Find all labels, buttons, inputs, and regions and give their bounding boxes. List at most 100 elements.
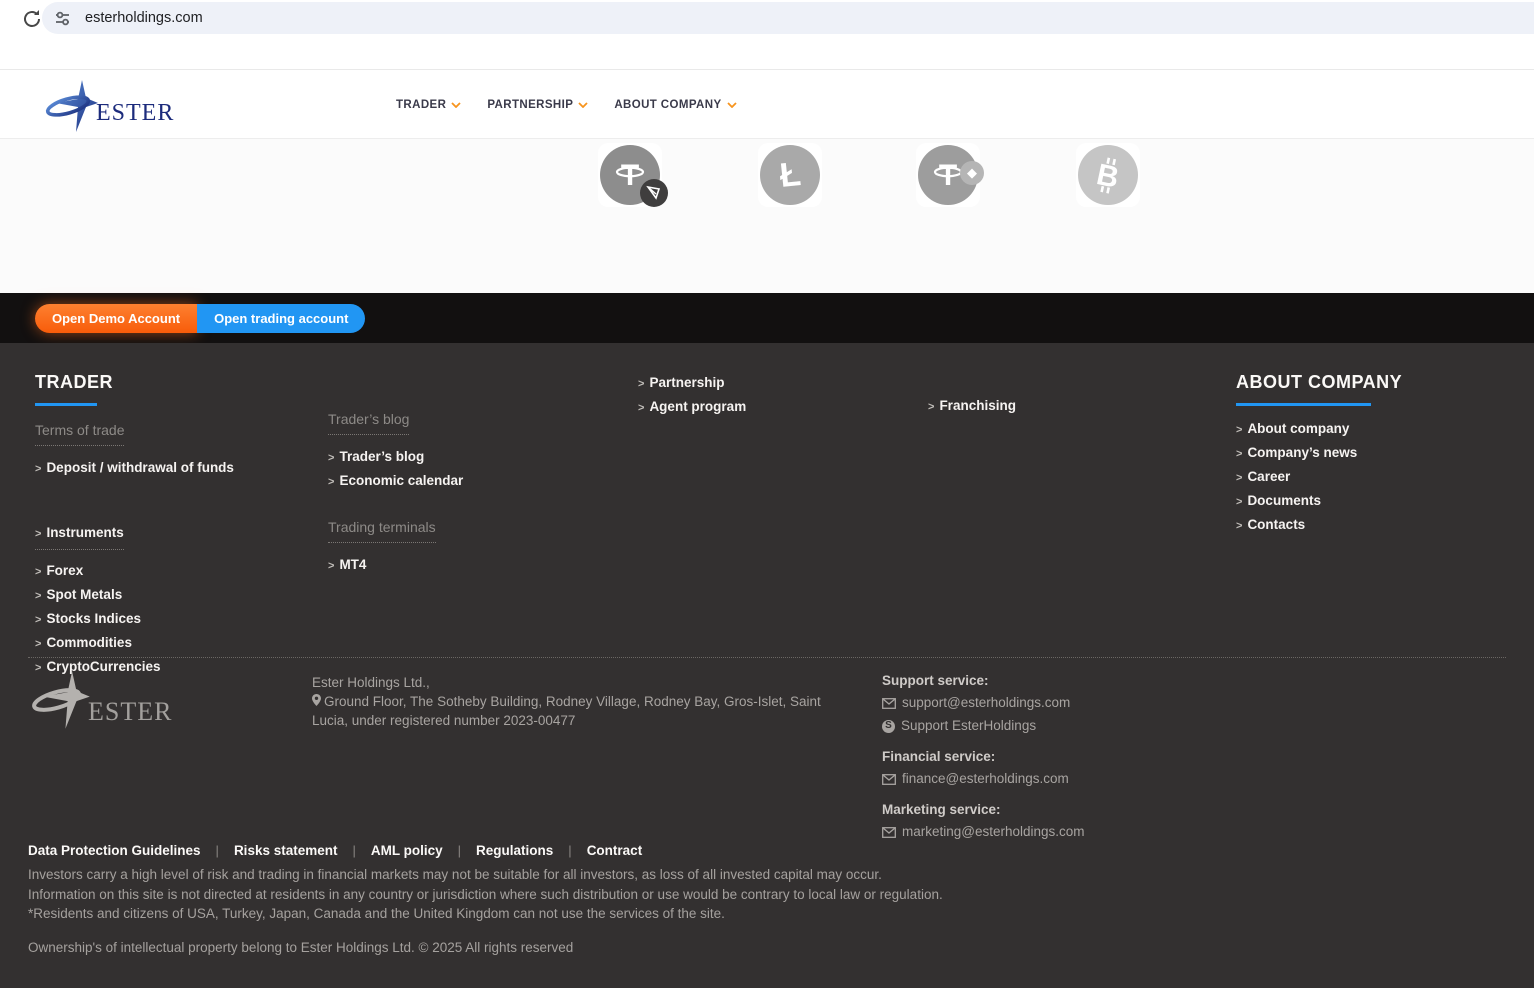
company-address: Ester Holdings Ltd., Ground Floor, The S…: [312, 673, 857, 730]
cta-group: Open Demo Account Open trading account: [35, 304, 365, 333]
payment-methods-strip: T Ł T ◆: [0, 139, 1534, 293]
coin-tile: T ◆: [916, 143, 980, 207]
footer-divider: [28, 657, 1506, 658]
footer-heading-about: ABOUT COMPANY: [1236, 372, 1406, 393]
separator: |: [352, 843, 355, 858]
brand-logo[interactable]: ESTER: [44, 80, 184, 130]
marketing-service-title: Marketing service:: [882, 802, 1282, 817]
coin-tile: Ł: [758, 143, 822, 207]
litecoin-glyph: Ł: [778, 155, 803, 196]
footer-col-franchising: >Franchising: [928, 399, 1108, 423]
tron-badge-icon: [640, 179, 668, 207]
chevron-right-icon: >: [35, 590, 41, 602]
copyright-text: Ownership's of intellectual property bel…: [28, 940, 573, 955]
support-skype-link[interactable]: Support EsterHoldings: [901, 717, 1036, 735]
nav-item-about-company[interactable]: ABOUT COMPANY: [614, 99, 736, 111]
footer-link-partnership[interactable]: >Partnership: [638, 376, 858, 391]
chevron-down-icon: [451, 102, 461, 108]
legal-link-regulations[interactable]: Regulations: [476, 843, 553, 858]
footer-link-deposit-withdrawal[interactable]: >Deposit / withdrawal of funds: [35, 461, 320, 476]
legal-link-risks-statement[interactable]: Risks statement: [234, 843, 338, 858]
nav-item-partnership[interactable]: PARTNERSHIP: [487, 99, 588, 111]
footer-label-trading-terminals: Trading terminals: [328, 519, 436, 543]
chevron-right-icon: >: [1236, 472, 1242, 484]
footer-link-spot-metals[interactable]: >Spot Metals: [35, 588, 320, 603]
footer-link-contacts[interactable]: >Contacts: [1236, 518, 1406, 533]
ester-star-icon: [44, 80, 100, 132]
support-service-title: Support service:: [882, 673, 1282, 688]
disclaimer-line: *Residents and citizens of USA, Turkey, …: [28, 904, 1128, 924]
nav-label: ABOUT COMPANY: [614, 99, 721, 111]
footer-link-about-company[interactable]: >About company: [1236, 422, 1406, 437]
financial-service-title: Financial service:: [882, 749, 1282, 764]
company-name: Ester Holdings Ltd.,: [312, 673, 857, 692]
footer-col-trader: TRADER Terms of trade >Deposit / withdra…: [35, 372, 320, 684]
browser-toolbar: esterholdings.com: [0, 0, 1534, 70]
chevron-right-icon: >: [638, 402, 644, 414]
chevron-right-icon: >: [35, 638, 41, 650]
chevron-right-icon: >: [1236, 496, 1242, 508]
footer-link-mt4[interactable]: >MT4: [328, 558, 528, 573]
footer-label-traders-blog: Trader’s blog: [328, 411, 409, 435]
brand-wordmark: ESTER: [96, 100, 174, 127]
footer: TRADER Terms of trade >Deposit / withdra…: [0, 343, 1534, 988]
chevron-right-icon: >: [35, 463, 41, 475]
legal-link-data-protection[interactable]: Data Protection Guidelines: [28, 843, 201, 858]
site-header: ESTER TRADER PARTNERSHIP ABOUT COMPANY L…: [0, 70, 1534, 139]
email-icon: [882, 827, 896, 838]
contact-services: Support service: support@esterholdings.c…: [882, 673, 1282, 846]
footer-link-documents[interactable]: >Documents: [1236, 494, 1406, 509]
open-trading-account-button[interactable]: Open trading account: [197, 304, 365, 333]
tune-icon[interactable]: [54, 10, 71, 27]
marketing-email-link[interactable]: marketing@esterholdings.com: [902, 823, 1085, 841]
url-bar[interactable]: esterholdings.com: [42, 2, 1534, 34]
chevron-down-icon: [727, 102, 737, 108]
risk-disclaimer: Investors carry a high level of risk and…: [28, 865, 1128, 924]
footer-label-terms-of-trade: Terms of trade: [35, 422, 124, 446]
bitcoin-icon: B: [1078, 145, 1138, 205]
tether-tron-icon: T: [600, 145, 660, 205]
cta-bar: Open Demo Account Open trading account: [0, 293, 1534, 343]
footer-col-partnership: >Partnership >Agent program: [638, 376, 858, 424]
legal-link-aml-policy[interactable]: AML policy: [371, 843, 443, 858]
footer-brand-logo: ESTER: [30, 669, 180, 739]
footer-link-career[interactable]: >Career: [1236, 470, 1406, 485]
heading-underline: [35, 403, 97, 406]
disclaimer-line: Information on this site is not directed…: [28, 885, 1128, 905]
footer-heading-trader: TRADER: [35, 372, 320, 393]
footer-link-stocks-indices[interactable]: >Stocks Indices: [35, 612, 320, 627]
email-icon: [882, 698, 896, 709]
financial-email-link[interactable]: finance@esterholdings.com: [902, 770, 1069, 788]
url-text[interactable]: esterholdings.com: [85, 10, 203, 26]
chevron-right-icon: >: [928, 401, 934, 413]
location-pin-icon: [312, 694, 321, 706]
company-address-text: Ground Floor, The Sotheby Building, Rodn…: [312, 694, 821, 728]
footer-link-commodities[interactable]: >Commodities: [35, 636, 320, 651]
coin-tile: T: [598, 143, 662, 207]
litecoin-icon: Ł: [760, 145, 820, 205]
ester-star-icon-gray: [30, 669, 92, 731]
reload-icon[interactable]: [20, 7, 44, 31]
support-email-link[interactable]: support@esterholdings.com: [902, 694, 1070, 712]
chevron-right-icon: >: [35, 566, 41, 578]
chevron-down-icon: [578, 102, 588, 108]
footer-link-forex[interactable]: >Forex: [35, 564, 320, 579]
footer-col-about: ABOUT COMPANY >About company >Company’s …: [1236, 372, 1406, 542]
open-demo-account-button[interactable]: Open Demo Account: [35, 304, 197, 333]
chevron-right-icon: >: [638, 378, 644, 390]
footer-link-economic-calendar[interactable]: >Economic calendar: [328, 474, 528, 489]
footer-link-instruments[interactable]: >Instruments: [35, 526, 124, 550]
nav-item-trader[interactable]: TRADER: [396, 99, 461, 111]
legal-link-contract[interactable]: Contract: [587, 843, 643, 858]
disclaimer-line: Investors carry a high level of risk and…: [28, 865, 1128, 885]
footer-link-franchising[interactable]: >Franchising: [928, 399, 1108, 414]
legal-links-row: Data Protection Guidelines | Risks state…: [28, 843, 642, 858]
chevron-right-icon: >: [1236, 424, 1242, 436]
footer-link-companys-news[interactable]: >Company’s news: [1236, 446, 1406, 461]
footer-brand-wordmark: ESTER: [88, 697, 172, 727]
nav-label: PARTNERSHIP: [487, 99, 573, 111]
skype-icon: S: [882, 720, 895, 733]
footer-link-traders-blog[interactable]: >Trader’s blog: [328, 450, 528, 465]
chevron-right-icon: >: [35, 528, 41, 540]
footer-link-agent-program[interactable]: >Agent program: [638, 400, 858, 415]
